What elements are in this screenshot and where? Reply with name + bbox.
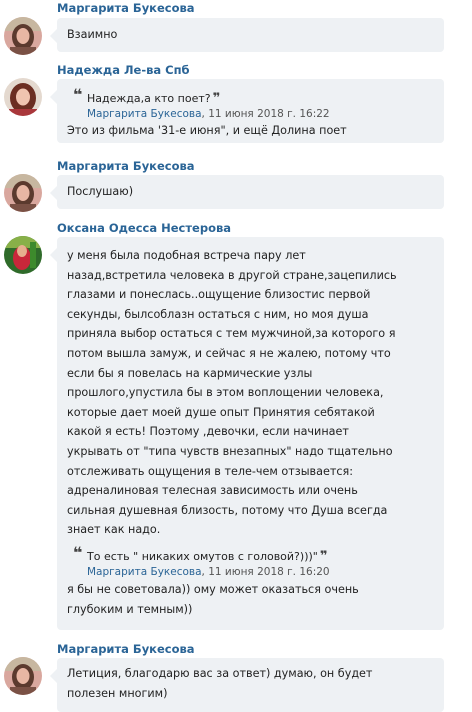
avatar-image — [4, 657, 42, 695]
quote-text: То есть " никаких омутов с головой?)))" — [87, 549, 318, 563]
quote-date: , 11 июня 2018 г. 16:20 — [201, 565, 330, 578]
message-text-line: прошлого,упустила бы в этом воплощении ч… — [67, 386, 384, 400]
author-link[interactable]: Маргарита Букесова — [57, 159, 195, 173]
avatar[interactable] — [4, 236, 42, 274]
comment-feed: Маргарита Букесова Взаимно Надежда Ле-ва… — [0, 0, 472, 712]
author-link[interactable]: Маргарита Букесова — [57, 642, 195, 656]
avatar[interactable] — [4, 17, 42, 55]
message-bubble: Взаимно — [50, 18, 444, 52]
quote-author-link[interactable]: Маргарита Букесова — [87, 566, 202, 578]
quote-block: ❝ То есть " никаких омутов с головой?)))… — [67, 542, 434, 580]
message-bubble: ❝ Надежда,а кто поет? ❞ Маргарита Букесов… — [50, 79, 444, 143]
open-quote-icon: ❝ — [73, 542, 83, 562]
message-text-line: глубоким и темным)) — [67, 602, 193, 616]
avatar-image — [4, 78, 42, 116]
message-text-line: если бы я повелась на кармические узлы — [67, 366, 313, 380]
message-text-line: полезен многим) — [67, 686, 168, 700]
author-link[interactable]: Маргарита Букесова — [57, 1, 195, 15]
message-text-line: назад,встретила человека в другой стране… — [67, 268, 397, 282]
close-quote-icon: ❞ — [319, 548, 328, 564]
message-text-line: секунды, былсоблазн остаться с ним, но м… — [67, 307, 369, 321]
message-text-line: глазами и понеслась..ощущение близостис … — [67, 288, 371, 302]
message-text: Послушаю) — [67, 185, 134, 198]
message-text-line: сильная душевная близость, потому что Ду… — [67, 503, 388, 517]
avatar-image — [4, 17, 42, 55]
avatar[interactable] — [4, 657, 42, 695]
message-text-line: знает как надо. — [67, 523, 161, 537]
message-text-line: отслеживать ощущения в теле-чем отзывает… — [67, 464, 354, 478]
message-text-line: какой я есть! Поэтому ,девочки, если нач… — [67, 425, 349, 439]
avatar[interactable] — [4, 78, 42, 116]
message-text-line: адреналиновая телесная зависимость или о… — [67, 484, 358, 498]
author-link[interactable]: Оксана Одесса Нестерова — [57, 221, 231, 235]
message-bubble: Послушаю) — [50, 175, 444, 209]
author-link[interactable]: Надежда Ле-ва Спб — [57, 63, 190, 77]
message-text-line: приняла выбор остаться с тем мужчиной,за… — [67, 327, 396, 341]
message-text-line: я бы не советовала)) ому может оказаться… — [67, 582, 359, 596]
message-text-line: потом вышла замуж, и сейчас я не жалею, … — [67, 346, 391, 360]
message-text-line: укрывать от "типа чувств внезапных" надо… — [67, 444, 393, 458]
close-quote-icon: ❞ — [212, 91, 221, 106]
message-text: Это из фильма '31-е июня", и ещё Долина … — [67, 124, 347, 137]
avatar-image — [4, 174, 42, 212]
quote-author-link[interactable]: Маргарита Букесова — [87, 108, 202, 120]
message-bubble: у меня была подобная встреча пару лет на… — [50, 237, 444, 630]
quote-date: , 11 июня 2018 г. 16:22 — [201, 108, 330, 120]
avatar[interactable] — [4, 174, 42, 212]
message-text-line: у меня была подобная встреча пару лет — [67, 249, 306, 262]
avatar-image — [4, 236, 42, 274]
message-text: Взаимно — [67, 28, 118, 41]
message-bubble: Летиция, благодарю вас за ответ) думаю, … — [50, 658, 444, 712]
quote-block: ❝ Надежда,а кто поет? ❞ Маргарита Букесов… — [67, 85, 434, 122]
message-text-line: Летиция, благодарю вас за ответ) думаю, … — [67, 667, 373, 680]
quote-text: Надежда,а кто поет? — [87, 92, 211, 105]
message-text-line: которые дает моей душе опыт Принятия себ… — [67, 405, 375, 419]
open-quote-icon: ❝ — [73, 85, 83, 104]
